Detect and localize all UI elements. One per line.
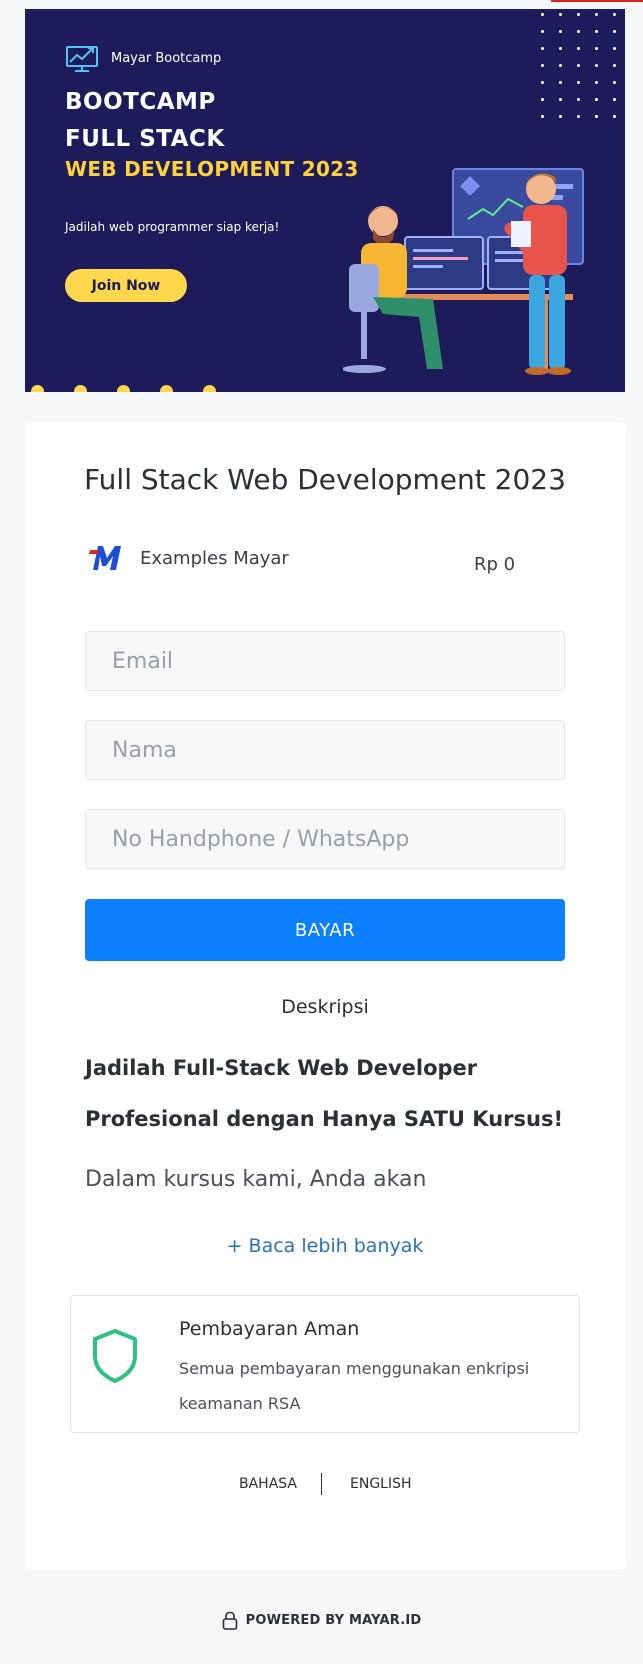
language-divider	[321, 1473, 322, 1495]
chart-monitor-icon	[66, 46, 98, 72]
language-bahasa[interactable]: BAHASA	[239, 1476, 297, 1492]
decorative-dot-grid	[541, 13, 617, 121]
banner-headline-line2: FULL STACK	[65, 126, 225, 152]
checkout-card: Full Stack Web Development 2023 Examples…	[25, 423, 625, 1569]
banner-headline-line1: BOOTCAMP	[65, 89, 216, 115]
carousel-dot[interactable]	[203, 385, 216, 392]
email-field[interactable]	[85, 631, 565, 691]
secure-payment-title: Pembayaran Aman	[179, 1318, 360, 1340]
carousel-dot[interactable]	[160, 385, 173, 392]
description-heading: Deskripsi	[281, 996, 369, 1018]
lock-icon	[222, 1611, 237, 1630]
banner-brand: Mayar Bootcamp	[65, 43, 221, 73]
merchant-logo-icon	[89, 546, 121, 570]
read-more-link[interactable]: + Baca lebih banyak	[25, 1235, 625, 1257]
join-now-button[interactable]: Join Now	[65, 269, 187, 302]
merchant-name: Examples Mayar	[140, 548, 289, 569]
secure-payment-box: Pembayaran Aman Semua pembayaran menggun…	[70, 1295, 580, 1433]
description-highlight: Jadilah Full-Stack Web Developer Profesi…	[85, 1043, 585, 1145]
phone-field[interactable]	[85, 809, 565, 869]
powered-by-footer[interactable]: POWERED BY MAYAR.ID	[0, 1611, 643, 1630]
product-price: Rp 0	[474, 554, 516, 575]
carousel-indicators	[25, 385, 285, 392]
banner-brand-name: Mayar Bootcamp	[111, 50, 222, 66]
shield-icon	[93, 1329, 137, 1383]
secure-payment-text: Semua pembayaran menggunakan enkripsi ke…	[179, 1359, 530, 1413]
language-english[interactable]: ENGLISH	[350, 1476, 412, 1492]
developers-illustration	[343, 168, 584, 375]
powered-by-text: POWERED BY MAYAR.ID	[245, 1613, 422, 1628]
pay-button[interactable]: BAYAR	[85, 899, 565, 961]
banner-tagline: Jadilah web programmer siap kerja!	[65, 220, 280, 234]
description-highlight-line2: Profesional dengan Hanya SATU Kursus!	[85, 1107, 564, 1131]
top-accent-line	[551, 0, 643, 2]
carousel-dot[interactable]	[74, 385, 87, 392]
carousel-dot[interactable]	[31, 385, 44, 392]
name-field[interactable]	[85, 720, 565, 780]
banner-headline-line3: WEB DEVELOPMENT 2023	[65, 157, 359, 181]
carousel-dot[interactable]	[117, 385, 130, 392]
description-highlight-line1: Jadilah Full-Stack Web Developer	[85, 1056, 478, 1080]
product-title: Full Stack Web Development 2023	[84, 463, 566, 496]
promo-banner: Mayar Bootcamp BOOTCAMP FULL STACK WEB D…	[25, 9, 625, 392]
description-body: Dalam kursus kami, Anda akan	[85, 1167, 427, 1192]
